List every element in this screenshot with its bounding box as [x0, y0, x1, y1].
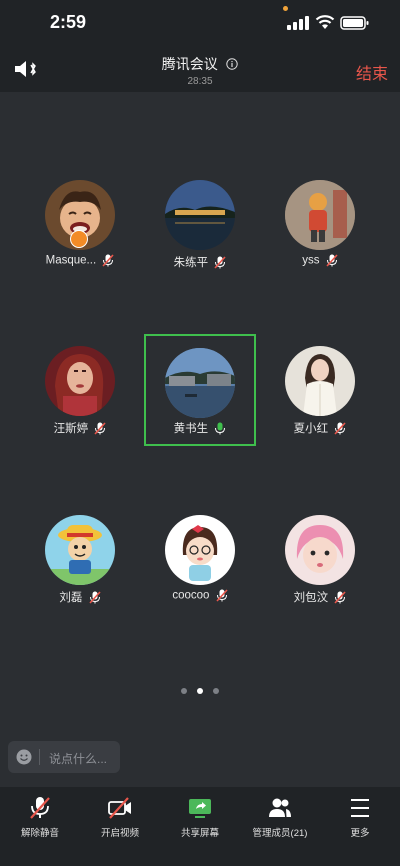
pink-hair-child-avatar-icon	[285, 515, 355, 585]
bottom-toolbar: 解除静音 开启视频 共享屏幕 管理成员(21) 更多	[0, 787, 400, 866]
status-bar: 2:59	[0, 0, 400, 46]
status-time: 2:59	[50, 12, 87, 32]
mic-muted-icon	[216, 589, 228, 602]
avatar	[285, 180, 355, 250]
participant-name: coocoo	[172, 589, 210, 602]
mic-off-icon	[30, 797, 50, 819]
page-indicator[interactable]	[0, 681, 400, 699]
participant-tile[interactable]: yss	[264, 172, 376, 284]
mic-muted-icon	[326, 254, 338, 267]
divider	[39, 749, 40, 765]
chat-input[interactable]: 说点什么...	[8, 741, 120, 773]
manage-members-label: 管理成员(21)	[252, 828, 308, 839]
page-dot-current[interactable]	[197, 688, 203, 694]
night-lake-avatar-icon	[165, 180, 235, 250]
river-town-avatar-icon	[165, 348, 235, 418]
page-dot[interactable]	[213, 688, 219, 694]
share-screen-label: 共享屏幕	[180, 828, 219, 839]
figurine-avatar-icon	[285, 180, 355, 250]
meeting-duration: 28:35	[187, 76, 213, 87]
meeting-title: 腾讯会议	[161, 56, 218, 72]
page-dot[interactable]	[181, 688, 187, 694]
participant-tile[interactable]: 刘磊	[24, 507, 136, 619]
cellular-signal-icon	[287, 16, 309, 30]
members-icon	[269, 798, 291, 817]
participant-tile[interactable]: 夏小红	[264, 338, 376, 450]
participant-name: 夏小红	[293, 423, 329, 435]
meeting-header: 腾讯会议 28:35 结束	[0, 46, 400, 92]
unmute-button[interactable]: 解除静音	[0, 787, 80, 847]
avatar	[165, 180, 235, 250]
manage-members-button[interactable]: 管理成员(21)	[240, 787, 320, 847]
more-button[interactable]: 更多	[320, 787, 400, 847]
start-video-label: 开启视频	[100, 828, 139, 839]
participant-tile[interactable]: 刘包汶	[264, 507, 376, 619]
participant-tile[interactable]: 汪斯婷	[24, 338, 136, 450]
info-icon[interactable]	[226, 58, 238, 70]
recording-dot	[283, 6, 288, 11]
cartoon-girl-avatar-icon	[165, 515, 235, 585]
participant-tile[interactable]: coocoo	[144, 507, 256, 619]
more-label: 更多	[350, 828, 370, 839]
participant-name: 黄书生	[173, 423, 209, 435]
avatar	[165, 515, 235, 585]
participant-tile[interactable]: Masque...	[24, 172, 136, 284]
mic-active-icon	[215, 422, 226, 434]
avatar	[165, 348, 235, 418]
woman-white-dress-avatar-icon	[285, 346, 355, 416]
luffy-cartoon-avatar-icon	[45, 515, 115, 585]
end-meeting-button[interactable]: 结束	[356, 60, 388, 84]
mic-muted-icon	[89, 590, 101, 604]
avatar	[285, 346, 355, 416]
participant-name: 刘磊	[59, 592, 83, 604]
woman-red-hair-avatar-icon	[45, 346, 115, 416]
participant-name: 刘包汶	[293, 592, 329, 604]
participant-tile-speaking[interactable]: 黄书生	[144, 334, 256, 446]
avatar	[45, 346, 115, 416]
unmute-label: 解除静音	[20, 828, 59, 839]
participant-name: yss	[302, 254, 320, 267]
wifi-icon	[315, 15, 335, 29]
participant-tile[interactable]: 朱练平	[144, 172, 256, 284]
mic-muted-icon	[334, 421, 346, 435]
participant-name: Masque...	[45, 254, 97, 267]
participant-name: 朱练平	[173, 257, 209, 269]
share-screen-icon	[189, 799, 211, 818]
start-video-button[interactable]: 开启视频	[80, 787, 160, 847]
mic-muted-icon	[94, 421, 106, 435]
mic-muted-icon	[214, 255, 226, 269]
battery-icon	[340, 16, 369, 30]
host-badge-icon	[70, 230, 88, 248]
mic-muted-icon	[334, 590, 346, 604]
chat-placeholder: 说点什么...	[49, 752, 108, 766]
participant-name: 汪斯婷	[53, 423, 89, 435]
emoji-icon[interactable]	[16, 749, 32, 765]
more-menu-icon	[351, 799, 369, 817]
avatar	[45, 515, 115, 585]
avatar	[285, 515, 355, 585]
camera-off-icon	[108, 797, 131, 819]
share-screen-button[interactable]: 共享屏幕	[160, 787, 240, 847]
meeting-title-area[interactable]: 腾讯会议 28:35	[0, 54, 400, 87]
mic-muted-icon	[102, 254, 114, 267]
